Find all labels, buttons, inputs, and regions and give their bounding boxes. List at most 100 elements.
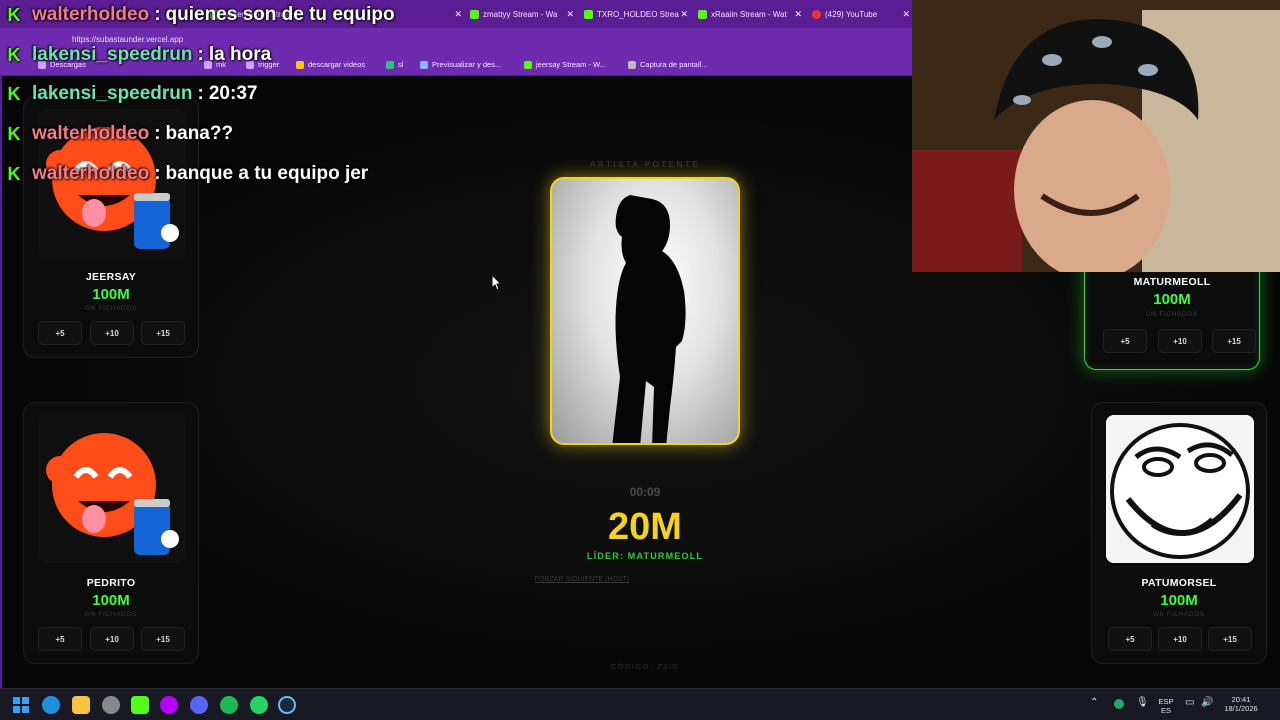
close-tab-icon[interactable]: ✕ (680, 9, 688, 20)
artist-section-label: ARTISTA POTENTE (589, 160, 701, 169)
download-icon (296, 60, 304, 69)
close-tab-icon[interactable]: ✕ (902, 9, 910, 20)
network-icon[interactable]: ▭ (1185, 698, 1194, 708)
chat-text: bana?? (165, 123, 234, 144)
chat-message: K lakensi_speedrun : la hora (6, 42, 272, 68)
webcam-feed (912, 0, 1280, 272)
kick-favicon-icon (698, 9, 707, 19)
whatsapp-icon[interactable] (250, 696, 268, 714)
microphone-icon[interactable]: 🎙 (1136, 698, 1149, 708)
bid-plus-5-button[interactable]: +5 (38, 321, 82, 345)
team-name: PEDRITO (86, 577, 136, 589)
chat-text: banque a tu equipo jer (165, 163, 369, 184)
tray-app-icon[interactable] (1114, 699, 1124, 709)
team-signed-count: 0/6 FICHADOS (1153, 611, 1205, 618)
discord-icon[interactable] (190, 696, 208, 714)
bid-plus-15-button[interactable]: +15 (141, 321, 185, 345)
bookmark-previsualizar[interactable]: Previsualizar y des... (420, 60, 501, 69)
chat-username: walterholdeo (32, 163, 150, 184)
chat-message: K lakensi_speedrun : 20:37 (6, 81, 258, 107)
bookmark-icon (420, 60, 428, 69)
troll-face-icon (1106, 415, 1254, 563)
chat-separator: : (197, 83, 204, 104)
auction-timer: 00:09 (629, 485, 661, 499)
close-tab-icon[interactable]: ✕ (566, 9, 574, 20)
artist-card (550, 177, 740, 445)
leader-label: LÍDER: MATURMEOLL (586, 551, 704, 561)
edge-browser-icon[interactable] (42, 696, 60, 714)
bid-plus-10-button[interactable]: +10 (1158, 329, 1202, 353)
team-name: JEERSAY (85, 271, 137, 283)
chat-text: 20:37 (208, 83, 258, 104)
close-tab-icon[interactable]: ✕ (454, 9, 462, 20)
language-indicator[interactable]: ESP ES (1156, 697, 1176, 715)
bid-plus-10-button[interactable]: +10 (1158, 627, 1202, 651)
tab-zmattyy[interactable]: zmattyy Stream - Wa ✕ (470, 5, 574, 23)
bookmark-icon (386, 60, 394, 69)
chat-text: la hora (208, 44, 272, 65)
youtube-favicon-icon (812, 9, 821, 19)
bid-plus-5-button[interactable]: +5 (1108, 627, 1152, 651)
chat-separator: : (154, 123, 161, 144)
bid-plus-15-button[interactable]: +15 (1212, 329, 1256, 353)
volume-icon[interactable]: 🔊 (1201, 698, 1213, 708)
mouse-cursor-icon (492, 275, 502, 291)
chat-username: walterholdeo (32, 123, 150, 144)
tab-xraaiin[interactable]: xRaaiin Stream - Wat ✕ (698, 5, 802, 23)
orange-mascot-icon (46, 433, 179, 555)
bid-plus-15-button[interactable]: +15 (1208, 627, 1252, 651)
current-price: 20M (608, 506, 682, 548)
bookmark-jeersay[interactable]: jeersay Stream - W... (524, 60, 606, 69)
team-avatar (38, 415, 186, 563)
bid-plus-10-button[interactable]: +10 (90, 627, 134, 651)
clock[interactable]: 20:41 18/1/2026 (1220, 695, 1262, 713)
team-signed-count: 0/6 FICHADOS (85, 611, 137, 618)
team-signed-count: 0/6 FICHADOS (85, 305, 137, 312)
clock-time: 20:41 (1231, 695, 1251, 704)
bookmark-sl[interactable]: sl (386, 60, 403, 69)
team-name: PATUMORSEL (1141, 577, 1217, 589)
team-card-pedrito: PEDRITO 100M 0/6 FICHADOS +5 +10 +15 (23, 402, 199, 664)
team-avatar (1106, 415, 1254, 563)
team-signed-count: 0/6 FICHADOS (1146, 311, 1198, 318)
chat-separator: : (154, 163, 161, 184)
tray-overflow-chevron-icon[interactable]: ⌃ (1090, 698, 1098, 708)
settings-gear-icon[interactable] (102, 696, 120, 714)
bookmark-descargar-videos[interactable]: descargar videos (296, 60, 365, 69)
steam-icon[interactable] (278, 696, 296, 714)
scissors-icon (628, 60, 636, 69)
team-money: 100M (1153, 291, 1191, 308)
artist-silhouette-icon (612, 195, 686, 443)
bookmark-captura[interactable]: Captura de pantall... (628, 60, 708, 69)
tab-txro-holdeo[interactable]: TXRO_HOLDEO Strea ✕ (584, 5, 688, 23)
app-icon[interactable] (160, 696, 178, 714)
kick-badge-icon: K (7, 124, 21, 144)
bid-plus-15-button[interactable]: +15 (141, 627, 185, 651)
file-explorer-icon[interactable] (72, 696, 90, 714)
bid-plus-5-button[interactable]: +5 (1103, 329, 1147, 353)
kick-badge-icon: K (7, 84, 21, 104)
team-money: 100M (92, 286, 130, 303)
chat-message: K walterholdeo : bana?? (6, 121, 234, 147)
chat-message: K walterholdeo : banque a tu equipo jer (6, 161, 369, 187)
kick-badge-icon: K (7, 5, 21, 25)
team-card-patumorsel: PATUMORSEL 100M 0/6 FICHADOS +5 +10 +15 (1091, 402, 1267, 664)
chat-separator: : (154, 4, 161, 25)
kick-app-icon[interactable] (131, 696, 149, 714)
spotify-icon[interactable] (220, 696, 238, 714)
tab-youtube[interactable]: (429) YouTube ✕ (812, 5, 910, 23)
kick-badge-icon: K (7, 45, 21, 65)
team-money: 100M (1160, 592, 1198, 609)
kick-favicon-icon (470, 9, 479, 19)
streamer-photo-icon (912, 0, 1280, 272)
chat-message: K walterholdeo : quienes son de tu equip… (6, 2, 395, 28)
force-next-button[interactable]: FORZAR SIGUIENTE (HOST) (522, 576, 642, 583)
kick-badge-icon: K (7, 164, 21, 184)
clock-date: 18/1/2026 (1224, 704, 1258, 713)
close-tab-icon[interactable]: ✕ (794, 9, 802, 20)
kick-favicon-icon (524, 60, 532, 69)
bid-plus-5-button[interactable]: +5 (38, 627, 82, 651)
windows-start-icon[interactable] (12, 696, 30, 714)
chat-username: walterholdeo (32, 4, 150, 25)
bid-plus-10-button[interactable]: +10 (90, 321, 134, 345)
